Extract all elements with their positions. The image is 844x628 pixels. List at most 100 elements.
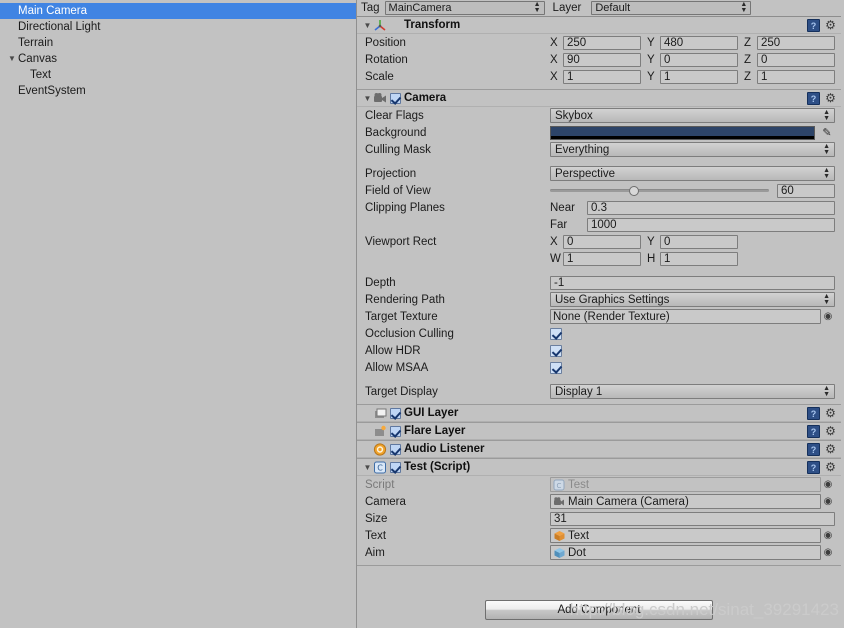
help-book-icon[interactable]: [807, 461, 820, 474]
rotation-z-input[interactable]: 0: [757, 53, 835, 67]
viewport-h-input[interactable]: 1: [660, 252, 738, 266]
rotation-y-input[interactable]: 0: [660, 53, 738, 67]
depth-row: Depth -1: [357, 274, 841, 291]
test-script-header[interactable]: ▼ C Test (Script) ⚙: [357, 459, 841, 476]
hierarchy-item-label: Terrain: [18, 35, 53, 51]
depth-input[interactable]: -1: [550, 276, 835, 290]
occlusion-culling-checkbox[interactable]: [550, 328, 562, 340]
object-picker-icon[interactable]: ◉: [821, 545, 835, 560]
rendering-path-dropdown[interactable]: Use Graphics Settings ▲▼: [550, 292, 835, 307]
viewport-rect-label: Viewport Rect: [365, 236, 550, 248]
audio-listener-header[interactable]: ▼ Audio Listener ⚙: [357, 441, 841, 458]
near-input[interactable]: 0.3: [587, 201, 835, 215]
audio-listener-enabled-checkbox[interactable]: [390, 444, 401, 455]
help-book-icon[interactable]: [807, 425, 820, 438]
viewport-w-input[interactable]: 1: [563, 252, 641, 266]
target-texture-object-field[interactable]: None (Render Texture): [550, 309, 821, 324]
rotation-x-input[interactable]: 90: [563, 53, 641, 67]
allow-hdr-checkbox[interactable]: [550, 345, 562, 357]
transform-header[interactable]: ▼ Transform ⚙: [357, 17, 841, 34]
gear-icon[interactable]: ⚙: [824, 443, 837, 456]
chevron-updown-icon: ▲▼: [823, 144, 830, 156]
scale-x-input[interactable]: 1: [563, 70, 641, 84]
hierarchy-item-directional-light[interactable]: ▼ Directional Light: [0, 19, 356, 35]
gui-layer-header[interactable]: ▼ GUI Layer ⚙: [357, 405, 841, 422]
gui-layer-enabled-checkbox[interactable]: [390, 408, 401, 419]
chevron-updown-icon: ▲▼: [740, 2, 747, 14]
scale-z-input[interactable]: 1: [757, 70, 835, 84]
object-picker-icon[interactable]: ◉: [821, 309, 835, 324]
clear-flags-row: Clear Flags Skybox ▲▼: [357, 107, 841, 124]
gear-icon[interactable]: ⚙: [824, 461, 837, 474]
viewport-x-input[interactable]: 0: [563, 235, 641, 249]
hierarchy-item-label: Directional Light: [18, 19, 100, 35]
add-component-button[interactable]: Add Component: [485, 600, 713, 620]
flare-layer-enabled-checkbox[interactable]: [390, 426, 401, 437]
target-display-dropdown[interactable]: Display 1 ▲▼: [550, 384, 835, 399]
allow-msaa-checkbox[interactable]: [550, 362, 562, 374]
object-picker-icon[interactable]: ◉: [821, 528, 835, 543]
field-of-view-slider[interactable]: [550, 189, 769, 192]
test-script-enabled-checkbox[interactable]: [390, 462, 401, 473]
tag-dropdown[interactable]: MainCamera ▲▼: [385, 1, 545, 15]
axis-y-label: Y: [647, 37, 657, 49]
size-input[interactable]: 31: [550, 512, 835, 526]
aim-object-field[interactable]: Dot: [550, 545, 821, 560]
object-picker-icon[interactable]: ◉: [821, 494, 835, 509]
gear-icon[interactable]: ⚙: [824, 407, 837, 420]
component-transform: ▼ Transform ⚙ Position: [357, 17, 841, 90]
field-of-view-input[interactable]: 60: [777, 184, 835, 198]
camera-object-field[interactable]: Main Camera (Camera): [550, 494, 821, 509]
flare-layer-header[interactable]: ▼ Flare Layer ⚙: [357, 423, 841, 440]
culling-mask-dropdown[interactable]: Everything ▲▼: [550, 142, 835, 157]
object-picker-icon[interactable]: ◉: [821, 477, 835, 492]
position-z-input[interactable]: 250: [757, 36, 835, 50]
background-color-field[interactable]: [550, 126, 815, 140]
target-texture-row: Target Texture None (Render Texture) ◉: [357, 308, 841, 325]
size-row: Size 31: [357, 510, 841, 527]
position-x-input[interactable]: 250: [563, 36, 641, 50]
header-tools: ⚙: [807, 443, 837, 456]
scale-y-input[interactable]: 1: [660, 70, 738, 84]
hierarchy-item-terrain[interactable]: ▼ Terrain: [0, 35, 356, 51]
header-tools: ⚙: [807, 425, 837, 438]
transform-title: Transform: [404, 19, 460, 31]
csharp-script-icon: C: [373, 461, 388, 474]
tag-value: MainCamera: [389, 2, 530, 14]
foldout-arrow-icon[interactable]: ▼: [362, 459, 373, 476]
chevron-down-icon[interactable]: ▼: [6, 51, 18, 67]
clear-flags-dropdown[interactable]: Skybox ▲▼: [550, 108, 835, 123]
aim-field-value: Dot: [568, 547, 586, 559]
help-book-icon[interactable]: [807, 407, 820, 420]
svg-text:C: C: [377, 463, 383, 472]
help-book-icon[interactable]: [807, 19, 820, 32]
gear-icon[interactable]: ⚙: [824, 19, 837, 32]
foldout-arrow-icon[interactable]: ▼: [362, 17, 373, 34]
axis-x-label: X: [550, 54, 560, 66]
transform-gizmo-icon: [373, 19, 388, 32]
text-object-field[interactable]: Text: [550, 528, 821, 543]
camera-header[interactable]: ▼ Camera ⚙: [357, 90, 841, 107]
projection-dropdown[interactable]: Perspective ▲▼: [550, 166, 835, 181]
target-texture-label: Target Texture: [365, 311, 550, 323]
text-field-value: Text: [568, 530, 589, 542]
far-input[interactable]: 1000: [587, 218, 835, 232]
help-book-icon[interactable]: [807, 92, 820, 105]
chevron-updown-icon: ▲▼: [823, 294, 830, 306]
hierarchy-item-main-camera[interactable]: ▼ Main Camera: [0, 3, 356, 19]
layer-dropdown[interactable]: Default ▲▼: [591, 1, 751, 15]
axis-z-label: Z: [744, 71, 754, 83]
hierarchy-item-text[interactable]: ▼ Text: [0, 67, 356, 83]
hierarchy-item-canvas[interactable]: ▼ Canvas: [0, 51, 356, 67]
slider-handle[interactable]: [629, 186, 639, 196]
axis-z-label: Z: [744, 54, 754, 66]
position-y-input[interactable]: 480: [660, 36, 738, 50]
eyedropper-icon[interactable]: ✎: [819, 126, 835, 140]
help-book-icon[interactable]: [807, 443, 820, 456]
gear-icon[interactable]: ⚙: [824, 425, 837, 438]
hierarchy-item-eventsystem[interactable]: ▼ EventSystem: [0, 83, 356, 99]
camera-enabled-checkbox[interactable]: [390, 93, 401, 104]
gear-icon[interactable]: ⚙: [824, 92, 837, 105]
viewport-y-input[interactable]: 0: [660, 235, 738, 249]
foldout-arrow-icon[interactable]: ▼: [362, 90, 373, 107]
